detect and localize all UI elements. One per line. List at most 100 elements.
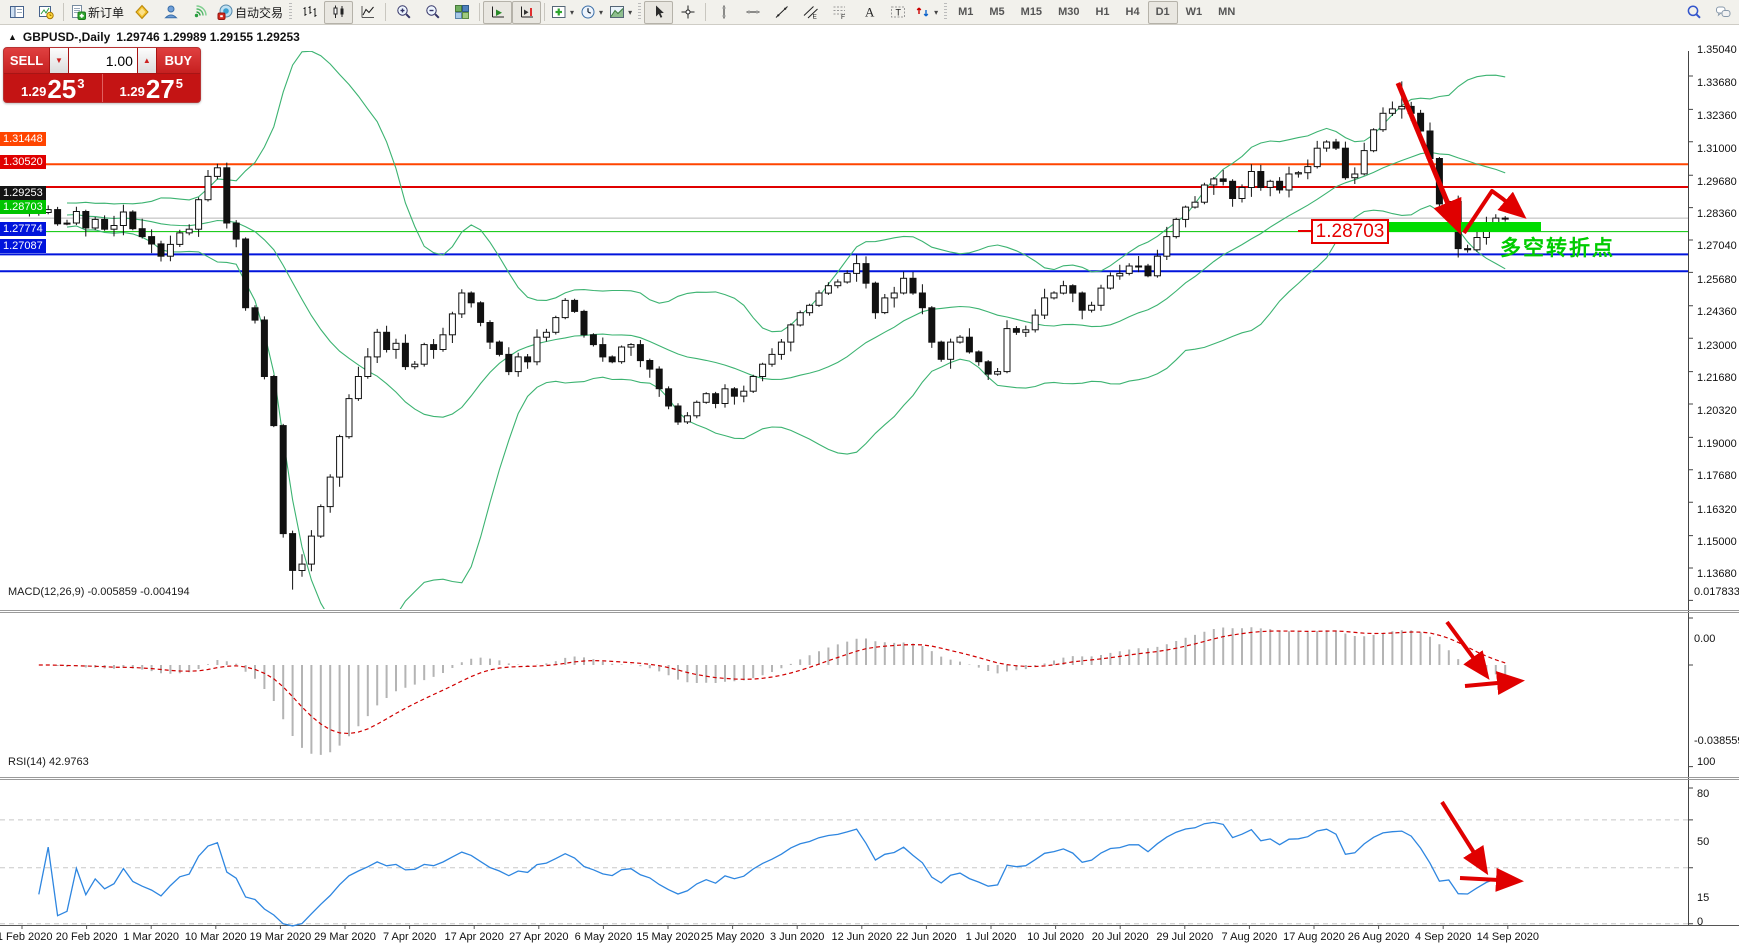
indicators-icon bbox=[552, 6, 566, 18]
tf-M15[interactable]: M15 bbox=[1013, 1, 1050, 24]
price-tick-label: 1.33680 bbox=[1697, 77, 1737, 90]
sell-price[interactable]: 1.29 25 3 bbox=[4, 74, 103, 103]
chat-icon bbox=[1715, 6, 1730, 17]
price-tick-label: 1.28360 bbox=[1697, 207, 1737, 220]
tf-H4[interactable]: H4 bbox=[1118, 1, 1148, 24]
macd-panel[interactable] bbox=[38, 627, 1507, 755]
price-chart-canvas[interactable] bbox=[0, 25, 1739, 946]
chart-shift-icon[interactable] bbox=[512, 0, 542, 24]
price-badge: 1.29253 bbox=[0, 186, 46, 201]
date-axis-label: 3 Jun 2020 bbox=[769, 931, 825, 943]
one-click-trade-panel: SELL ▼ ▲ BUY 1.29 25 3 1.29 27 5 bbox=[3, 47, 201, 103]
trend-arrow[interactable] bbox=[1445, 620, 1490, 680]
chat-icon[interactable] bbox=[1708, 1, 1737, 24]
volume-down-button[interactable]: ▼ bbox=[50, 48, 69, 73]
buy-price[interactable]: 1.29 27 5 bbox=[102, 74, 200, 102]
zoom-in-icon[interactable] bbox=[389, 1, 418, 24]
shapes-icon[interactable]: ▾ bbox=[912, 1, 941, 24]
collapse-panel-icon[interactable]: ▲ bbox=[8, 32, 17, 42]
label-icon[interactable]: T bbox=[883, 1, 912, 24]
metaeditor-icon[interactable] bbox=[127, 1, 156, 24]
rsi-tick-label: 15 bbox=[1697, 891, 1710, 904]
tf-H1[interactable]: H1 bbox=[1087, 1, 1117, 24]
horizontal-line-icon[interactable] bbox=[738, 1, 767, 24]
price-tick-label: 1.19000 bbox=[1697, 437, 1737, 450]
buy-price-base: 1.29 bbox=[119, 84, 145, 99]
date-axis-label: 10 Jul 2020 bbox=[1027, 931, 1085, 943]
line-chart-icon[interactable] bbox=[353, 1, 382, 24]
signals-icon bbox=[194, 5, 207, 18]
handle1 bbox=[289, 3, 293, 21]
price-badge: 1.30520 bbox=[0, 154, 46, 169]
price-tick-label: 1.21680 bbox=[1697, 371, 1737, 384]
date-axis-label: 19 Mar 2020 bbox=[249, 931, 312, 943]
volume-input[interactable] bbox=[68, 48, 138, 73]
tile-windows-icon[interactable] bbox=[447, 1, 476, 24]
cursor-icon[interactable] bbox=[644, 0, 674, 24]
templates-icon[interactable]: ▾ bbox=[606, 1, 635, 24]
community-icon bbox=[163, 5, 178, 19]
macd-histogram bbox=[47, 627, 1507, 755]
rsi-panel[interactable] bbox=[0, 819, 1688, 927]
price-badge: 1.31448 bbox=[0, 132, 46, 147]
indicators-icon[interactable]: ▾ bbox=[548, 1, 577, 24]
channel-icon: E bbox=[803, 6, 818, 21]
rsi-tick-label: 100 bbox=[1697, 756, 1716, 768]
main-price-panel[interactable] bbox=[0, 51, 1688, 634]
tf-D1[interactable]: D1 bbox=[1147, 0, 1178, 24]
buy-button[interactable]: BUY bbox=[156, 48, 200, 73]
tf-MN[interactable]: MN bbox=[1210, 1, 1243, 24]
price-tick-label: 1.27040 bbox=[1697, 240, 1737, 253]
price-tick-label: 1.13680 bbox=[1697, 568, 1737, 581]
chart-window-icon[interactable] bbox=[2, 1, 31, 24]
sell-button[interactable]: SELL bbox=[4, 48, 51, 73]
trendline-icon[interactable] bbox=[767, 1, 796, 24]
macd-tick-label: 0.017833 bbox=[1694, 585, 1739, 598]
rsi-tick-label: 0 bbox=[1697, 915, 1704, 928]
date-axis-label: 12 Jun 2020 bbox=[831, 931, 893, 943]
sell-price-big: 25 bbox=[47, 74, 77, 103]
trend-arrow[interactable] bbox=[1459, 867, 1524, 892]
bar-chart-icon[interactable] bbox=[295, 1, 324, 24]
chart-window[interactable]: ▲ GBPUSD-,Daily 1.29746 1.29989 1.29155 … bbox=[0, 25, 1739, 946]
date-axis-label: 10 Mar 2020 bbox=[184, 931, 247, 943]
auto-scroll-icon bbox=[491, 6, 504, 18]
chevron-down-icon: ▾ bbox=[628, 7, 633, 17]
price-level-flag[interactable]: 1.28703 bbox=[1311, 219, 1389, 244]
new-order-button[interactable]: 新订单 bbox=[67, 1, 127, 24]
trend-arrow[interactable] bbox=[1464, 671, 1525, 695]
candle-wicks bbox=[19, 81, 1506, 590]
price-tick-label: 1.35040 bbox=[1697, 44, 1737, 56]
zoom-out-icon[interactable] bbox=[418, 1, 447, 24]
price-badge: 1.27774 bbox=[0, 222, 46, 237]
auto-scroll-icon[interactable] bbox=[483, 0, 513, 24]
search-icon[interactable] bbox=[1679, 1, 1708, 24]
channel-icon[interactable]: E bbox=[796, 1, 825, 24]
fibonacci-icon[interactable]: F bbox=[825, 1, 854, 24]
price-tick-label: 1.31000 bbox=[1697, 143, 1737, 156]
bar-chart-icon bbox=[303, 6, 317, 17]
tick-chart-icon[interactable] bbox=[31, 1, 60, 24]
periods-icon[interactable]: ▾ bbox=[577, 1, 606, 24]
chevron-down-icon: ▾ bbox=[599, 7, 604, 17]
tf-W1[interactable]: W1 bbox=[1178, 1, 1211, 24]
community-icon[interactable] bbox=[156, 1, 185, 24]
handle3 bbox=[944, 3, 948, 21]
symbol-period-label: GBPUSD-,Daily bbox=[22, 30, 111, 44]
trend-arrow[interactable] bbox=[1440, 800, 1489, 876]
text-icon[interactable]: A bbox=[854, 1, 883, 24]
svg-text:T: T bbox=[895, 8, 901, 18]
date-axis-label: 22 Jun 2020 bbox=[896, 931, 957, 943]
svg-text:E: E bbox=[812, 14, 817, 21]
candlestick-chart-icon[interactable] bbox=[324, 0, 354, 24]
crosshair-icon[interactable] bbox=[673, 1, 702, 24]
tf-M5[interactable]: M5 bbox=[981, 1, 1012, 24]
tf-M1[interactable]: M1 bbox=[950, 1, 981, 24]
vertical-line-icon[interactable] bbox=[709, 1, 738, 24]
chart-shift-icon bbox=[520, 6, 533, 18]
volume-up-button[interactable]: ▲ bbox=[137, 48, 157, 73]
tf-M30[interactable]: M30 bbox=[1050, 1, 1087, 24]
turning-point-annotation[interactable]: 多空转折点 bbox=[1500, 232, 1615, 262]
autotrading-button[interactable]: 自动交易 bbox=[214, 1, 286, 24]
signals-icon[interactable] bbox=[185, 1, 214, 24]
